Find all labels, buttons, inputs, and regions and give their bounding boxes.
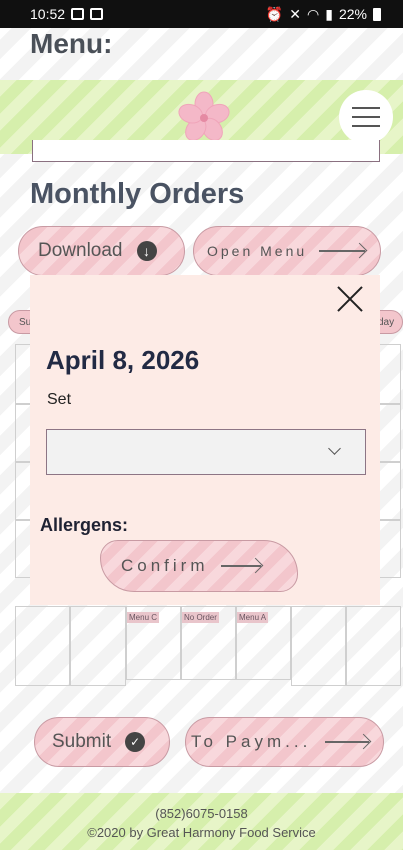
image-icon [71, 8, 85, 20]
order-modal: April 8, 2026 Set Allergens: Confirm [30, 275, 380, 605]
confirm-button[interactable]: Confirm [100, 540, 298, 592]
download-label: Download [38, 240, 123, 261]
blossom-logo-icon[interactable] [176, 90, 232, 146]
calendar-cell[interactable]: Menu C [126, 606, 181, 680]
calendar-cell[interactable] [70, 606, 126, 686]
set-select[interactable] [46, 429, 366, 475]
menu-select-box[interactable] [32, 140, 380, 162]
close-icon[interactable] [336, 285, 364, 313]
open-menu-button[interactable]: Open Menu [193, 226, 381, 276]
battery-percent: 22% [338, 6, 367, 22]
wifi-icon: ◠ [307, 5, 320, 22]
open-menu-label: Open Menu [207, 243, 308, 259]
calendar-cell-label: Menu A [237, 612, 269, 623]
allergens-label: Allergens: [40, 515, 129, 535]
submit-label: Submit [52, 731, 112, 752]
to-payment-label: To Paym... [191, 732, 312, 751]
footer-phone: (852)6075-0158 [155, 806, 248, 821]
download-button[interactable]: Download ↓ [18, 226, 185, 276]
mute-icon: ✕ [289, 5, 302, 22]
check-box-icon [90, 8, 104, 20]
set-label: Set [47, 391, 72, 408]
signal-icon: ▮ [325, 5, 333, 22]
chevron-down-icon [328, 442, 341, 455]
confirm-label: Confirm [121, 556, 209, 575]
modal-date: April 8, 2026 [46, 345, 200, 375]
calendar-cell[interactable]: No Order [181, 606, 236, 680]
calendar-cell[interactable] [346, 606, 401, 686]
footer: (852)6075-0158 ©2020 by Great Harmony Fo… [0, 793, 403, 850]
calendar-cell-label: Menu C [127, 612, 160, 623]
battery-icon [373, 7, 381, 21]
hamburger-icon [352, 107, 380, 109]
status-time: 10:52 [30, 6, 66, 22]
hamburger-icon-line [352, 116, 380, 118]
calendar-cell-label: No Order [182, 612, 219, 623]
hamburger-icon-line [352, 125, 380, 127]
submit-button[interactable]: Submit ✓ [34, 717, 170, 767]
status-bar: 10:52 ⏰ ✕ ◠ ▮ 22% [0, 0, 403, 28]
calendar-cell[interactable] [291, 606, 346, 686]
arrow-right-icon [319, 250, 366, 252]
hamburger-menu-button[interactable] [339, 90, 393, 144]
menu-title: Menu: [30, 28, 113, 59]
download-icon: ↓ [136, 241, 157, 261]
footer-copyright: ©2020 by Great Harmony Food Service [87, 825, 316, 840]
arrow-right-icon [325, 741, 370, 743]
calendar-cell[interactable] [15, 606, 70, 686]
calendar-cell[interactable]: Menu A [236, 606, 291, 680]
section-title: Monthly Orders [30, 178, 245, 210]
check-circle-icon: ✓ [125, 732, 146, 752]
arrow-right-icon [220, 565, 261, 567]
to-payment-button[interactable]: To Paym... [185, 717, 384, 767]
alarm-icon: ⏰ [265, 5, 284, 22]
